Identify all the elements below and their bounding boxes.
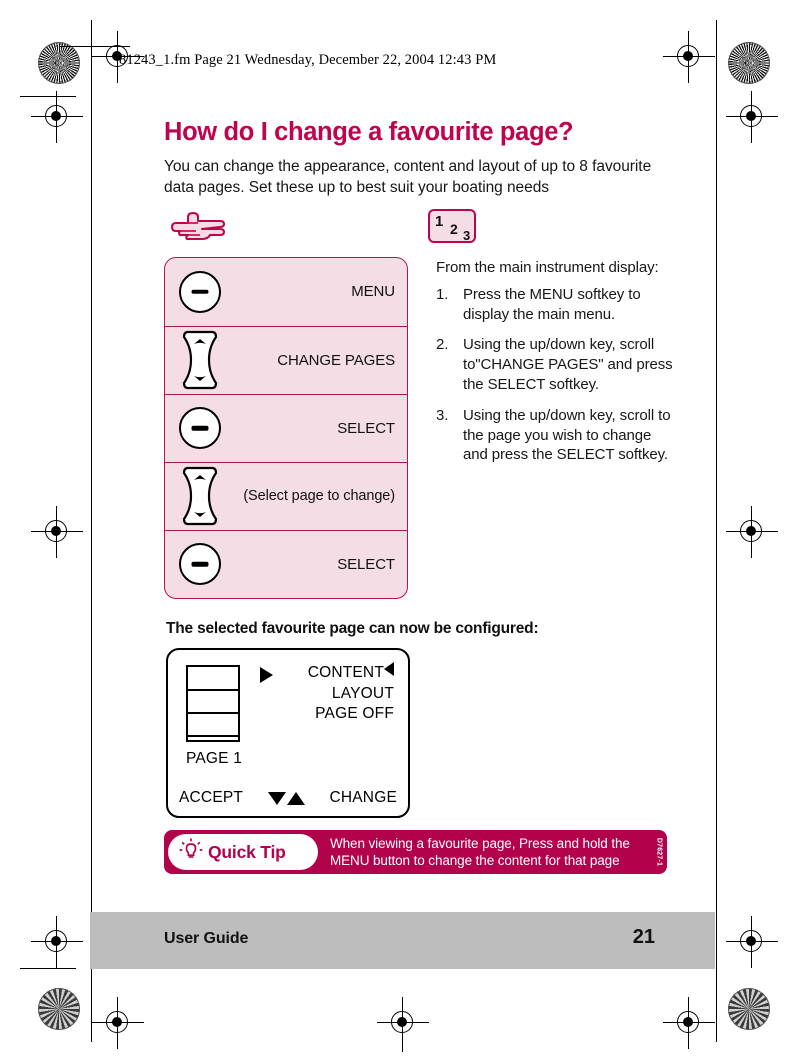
trim-mark-bottom-center-vertical [402, 1000, 404, 1052]
step-text: Using the up/down key, scroll to"CHANGE … [463, 336, 673, 393]
registration-rosette-top-right [728, 42, 770, 84]
trim-mark-bottom-left-horizontal [20, 968, 76, 970]
page-content: How do I change a favourite page? You ca… [164, 118, 674, 874]
softkey-accept-label[interactable]: ACCEPT [179, 789, 243, 807]
key-row-select-1: SELECT [165, 393, 407, 462]
file-slug-text: 81243_1.fm Page 21 Wednesday, December 2… [119, 52, 497, 68]
step-text: Using the up/down key, scroll to the pag… [463, 406, 671, 464]
registration-target-left-lower [31, 916, 83, 968]
display-softkey-row: ACCEPT CHANGE [168, 789, 408, 807]
page-preview-thumbnail [186, 665, 240, 742]
triangle-down-icon [267, 791, 286, 805]
triangle-up-icon [286, 791, 305, 805]
menu-item-content-row[interactable]: CONTENT [308, 662, 394, 684]
slug-rule [60, 46, 130, 47]
figure-code: D7627-1 [651, 830, 667, 874]
key-row-label: MENU [351, 283, 395, 301]
instruction-steps: From the main instrument display: 1. Pre… [436, 259, 674, 476]
pointing-hand-icon [168, 211, 226, 246]
registration-rosette-top-left [38, 42, 80, 84]
figure-code-text: D7627-1 [655, 837, 663, 867]
display-menu-list: CONTENT LAYOUT PAGE OFF [308, 662, 394, 725]
footer-document-title: User Guide [164, 930, 249, 947]
up-down-rocker-key-icon[interactable] [179, 465, 221, 527]
registration-rosette-bottom-right [728, 988, 770, 1030]
list-item: 2. Using the up/down key, scroll to"CHAN… [436, 335, 674, 394]
softkey-change-label[interactable]: CHANGE [329, 789, 397, 807]
registration-target-bottom-right [663, 997, 715, 1049]
softkey-button-icon[interactable] [179, 407, 221, 450]
list-item: 1. Press the MENU softkey to display the… [436, 285, 674, 325]
intro-paragraph: You can change the appearance, content a… [164, 158, 652, 197]
step-number: 1. [436, 285, 449, 303]
registration-rosette-bottom-left [38, 988, 80, 1030]
lightbulb-icon [178, 837, 204, 868]
key-row-select-2: SELECT [165, 529, 407, 598]
registration-target-right-lower [726, 916, 778, 968]
quick-tip-pill: Quick Tip [168, 834, 318, 870]
key-row-select-page: (Select page to change) [165, 461, 407, 530]
page-title: How do I change a favourite page? [164, 118, 574, 146]
step-number: 2. [436, 336, 449, 354]
configured-heading: The selected favourite page can now be c… [166, 620, 539, 637]
key-row-change-pages: CHANGE PAGES [165, 325, 407, 394]
menu-item-label: CONTENT [307, 664, 384, 681]
footer-page-number: 21 [632, 926, 655, 948]
steps-list: 1. Press the MENU softkey to display the… [436, 285, 674, 465]
list-item: 3. Using the up/down key, scroll to the … [436, 406, 674, 465]
softkey-button-icon[interactable] [179, 270, 221, 313]
softkey-button-icon[interactable] [179, 543, 221, 586]
registration-target-top-right [663, 31, 715, 83]
quick-tip-text: When viewing a favourite page, Press and… [330, 835, 630, 868]
steps-lead-in: From the main instrument display: [436, 258, 659, 276]
selection-cursor-icon [260, 667, 273, 683]
badge-number-1: 1 [435, 212, 444, 230]
step-text: Press the MENU softkey to display the ma… [463, 285, 641, 323]
instrument-display-mockup: PAGE 1 CONTENT LAYOUT PAGE OFF ACCEPT CH… [166, 648, 410, 818]
key-row-menu: MENU [165, 258, 407, 326]
key-row-label: SELECT [337, 419, 395, 437]
updown-softkey-icons[interactable] [267, 791, 305, 805]
registration-target-left-upper [31, 91, 83, 143]
badge-number-3: 3 [463, 227, 471, 243]
menu-item-layout[interactable]: LAYOUT [308, 684, 394, 705]
display-page-label: PAGE 1 [186, 750, 243, 767]
quick-tip-bar: Quick Tip When viewing a favourite page,… [164, 830, 667, 874]
marker-row: 1 2 3 [164, 208, 674, 255]
trim-mark-right-vertical [716, 20, 718, 1042]
procedure-columns: MENU CHANGE PAGES SELECT (Select page to… [164, 256, 674, 613]
step-sequence-badge: 1 2 3 [428, 208, 476, 243]
quick-tip-label: Quick Tip [208, 841, 286, 862]
left-arrow-icon [384, 662, 394, 676]
badge-number-2: 2 [450, 220, 458, 237]
key-row-label: SELECT [337, 555, 395, 573]
trim-mark-top-left-horizontal [20, 96, 76, 98]
key-sequence-panel: MENU CHANGE PAGES SELECT (Select page to… [164, 256, 408, 599]
page-footer: User Guide 21 [90, 912, 715, 969]
key-row-label: CHANGE PAGES [277, 351, 395, 369]
registration-target-right-middle [726, 506, 778, 558]
registration-target-left-middle [31, 506, 83, 558]
step-number: 3. [436, 406, 449, 424]
trim-mark-left-vertical [91, 20, 93, 1042]
key-row-label: (Select page to change) [243, 488, 395, 505]
registration-target-right-upper [726, 91, 778, 143]
registration-target-bottom-left [92, 997, 144, 1049]
menu-item-page-off[interactable]: PAGE OFF [308, 704, 394, 725]
up-down-rocker-key-icon[interactable] [179, 329, 221, 391]
